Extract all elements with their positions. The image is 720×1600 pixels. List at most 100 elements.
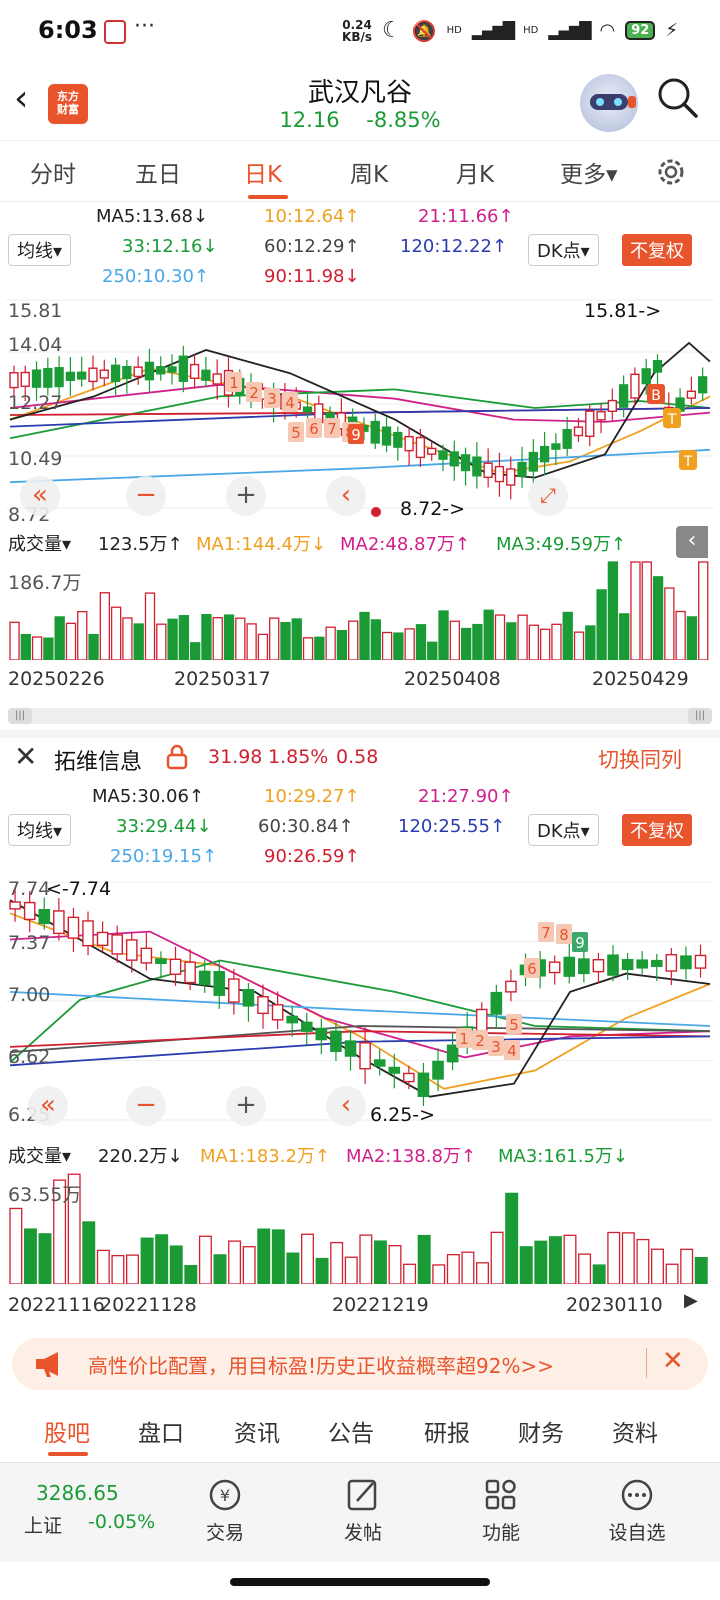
volume-bar	[548, 1236, 562, 1284]
close-compare-icon[interactable]: ✕	[14, 740, 37, 773]
candle	[155, 958, 167, 964]
chart2-zoom-in-icon[interactable]: +	[226, 1086, 266, 1126]
volume-bar	[585, 625, 596, 660]
chart1-volume-ma1: MA1:144.4万↓	[196, 534, 326, 555]
chart1-scroll-left-icon[interactable]: ‹	[326, 476, 366, 516]
chart2-next-icon[interactable]: ▶	[684, 1290, 698, 1311]
signal-marker-label: T	[683, 454, 693, 470]
volume-bar	[242, 1246, 256, 1284]
candle	[96, 931, 109, 946]
tab-research[interactable]: 研报	[424, 1414, 470, 1448]
scrollbar-right-handle[interactable]: |||	[688, 708, 712, 724]
signal-icon-2: ▂▄▆█	[548, 21, 591, 40]
tab-more[interactable]: 更多▾	[560, 155, 618, 189]
chart1-volume	[9, 561, 709, 660]
chart2-scroll-start-icon[interactable]: «	[28, 1086, 68, 1126]
candle	[88, 367, 98, 383]
candle	[698, 376, 708, 394]
tab-finance[interactable]: 财务	[518, 1414, 564, 1448]
signal-marker-label: T	[667, 412, 677, 428]
candle	[427, 447, 437, 455]
volume-bar	[573, 631, 585, 660]
chart1-scroll-start-icon[interactable]: «	[20, 476, 60, 516]
candle	[271, 1004, 284, 1021]
tab-news[interactable]: 资讯	[234, 1414, 280, 1448]
chart1-fullscreen-icon[interactable]: ⤢	[528, 476, 568, 516]
collapse-panel-icon[interactable]: ‹	[676, 526, 708, 558]
candle	[286, 1015, 298, 1024]
chart1-fuquan-button[interactable]: 不复权	[622, 234, 692, 266]
trade-button[interactable]: ¥ 交易	[180, 1477, 270, 1545]
index-value[interactable]: 3286.65	[36, 1481, 119, 1505]
content-tabs: 股吧 盘口 资讯 公告 研报 财务 资料	[0, 1404, 720, 1462]
candle	[618, 384, 629, 408]
chart1-volume-select[interactable]: 成交量▾	[4, 528, 76, 558]
gear-icon[interactable]	[654, 155, 688, 189]
scrollbar-left-handle[interactable]: |||	[8, 708, 32, 724]
chart2-ma10: 10:29.27↑	[264, 786, 360, 807]
chart2-date-3: 20230110	[566, 1294, 663, 1316]
active-tab-indicator	[248, 195, 288, 199]
chart1-zoom-out-icon[interactable]: −	[126, 476, 166, 516]
chart1-zoom-in-icon[interactable]: +	[226, 476, 266, 516]
promo-banner-text[interactable]: 高性价比配置，用目标盈!历史正收益概率超92%>>	[88, 1350, 554, 1379]
tab-five-day[interactable]: 五日	[135, 155, 181, 189]
tab-profile[interactable]: 资料	[612, 1414, 658, 1448]
chart1-scrollbar[interactable]: ||| |||	[8, 708, 712, 724]
volume-bar	[315, 1257, 329, 1284]
chart2-zoom-out-icon[interactable]: −	[126, 1086, 166, 1126]
moon-icon: ☾	[382, 18, 402, 43]
tab-monthly-k[interactable]: 月K	[456, 155, 494, 189]
tab-weekly-k[interactable]: 周K	[350, 155, 388, 189]
post-button[interactable]: 发帖	[318, 1477, 408, 1545]
candle	[494, 465, 505, 483]
dk-marker-label: 6	[309, 420, 319, 438]
tab-guba[interactable]: 股吧	[44, 1414, 90, 1448]
volume-bar	[348, 620, 359, 660]
chart1-date-3: 20250429	[592, 668, 689, 690]
volume-bar	[228, 1240, 242, 1284]
tab-announcements[interactable]: 公告	[328, 1414, 374, 1448]
chart2-dk-select[interactable]: DK点▾	[528, 814, 599, 846]
wifi-icon: ◠	[599, 20, 616, 41]
lock-icon[interactable]	[166, 744, 188, 770]
dk-marker-label: 4	[285, 394, 295, 412]
volume-bar	[373, 1240, 387, 1284]
chart1-dk-select[interactable]: DK点▾	[528, 234, 599, 266]
search-icon[interactable]	[656, 76, 700, 120]
chart2-scroll-left-icon[interactable]: ‹	[326, 1086, 366, 1126]
add-watchlist-button[interactable]: 设自选	[592, 1477, 682, 1545]
candle	[167, 366, 177, 373]
tab-daily-k[interactable]: 日K	[244, 155, 282, 189]
volume-bar	[257, 633, 269, 660]
functions-button[interactable]: 功能	[456, 1477, 546, 1545]
candle	[506, 468, 516, 486]
volume-bar	[652, 576, 664, 660]
dk-marker-label: 9	[351, 426, 361, 444]
candle	[517, 461, 527, 477]
candle	[548, 961, 561, 974]
compare-stock-name[interactable]: 拓维信息	[54, 744, 142, 776]
svg-text:¥: ¥	[220, 1486, 230, 1505]
candle	[31, 369, 42, 388]
candle	[99, 369, 109, 379]
chart2-indicator-select[interactable]: 均线▾	[8, 814, 72, 846]
volume-bar	[344, 1256, 358, 1284]
candle	[213, 971, 226, 996]
candle	[359, 1042, 371, 1070]
chart1-indicator-select[interactable]: 均线▾	[8, 234, 72, 266]
chart2-volume-select[interactable]: 成交量▾	[4, 1140, 76, 1170]
tab-pankou[interactable]: 盘口	[138, 1414, 184, 1448]
chart2-fuquan-button[interactable]: 不复权	[622, 814, 692, 846]
candle	[242, 989, 255, 1007]
dk-marker-label: 8	[559, 926, 569, 944]
assistant-avatar-icon[interactable]	[580, 74, 638, 132]
volume-bar	[636, 1238, 650, 1284]
promo-banner[interactable]: 高性价比配置，用目标盈!历史正收益概率超92%>> ✕	[12, 1338, 708, 1390]
volume-bar	[336, 629, 348, 660]
switch-same-column-button[interactable]: 切换同列	[598, 744, 682, 774]
tab-intraday[interactable]: 分时	[30, 155, 76, 189]
close-banner-icon[interactable]: ✕	[662, 1346, 684, 1376]
compare-price: 31.98	[208, 746, 263, 768]
battery-icon: 92	[625, 21, 656, 40]
